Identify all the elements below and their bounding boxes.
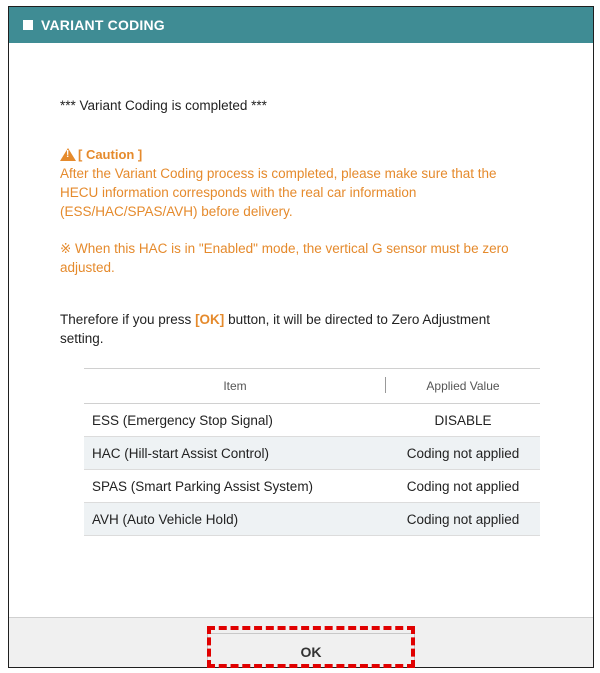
applied-values-table: Item Applied Value ESS (Emergency Stop S… [84, 368, 540, 536]
table-row: SPAS (Smart Parking Assist System) Codin… [84, 469, 540, 503]
hac-note-line: adjusted. [60, 260, 115, 275]
table-row: HAC (Hill-start Assist Control) Coding n… [84, 436, 540, 470]
completed-message: *** Variant Coding is completed *** [60, 98, 267, 113]
row-item: AVH (Auto Vehicle Hold) [84, 502, 386, 536]
caution-line: HECU information corresponds with the re… [60, 185, 417, 200]
row-value: Coding not applied [386, 436, 540, 470]
dialog-footer: OK [9, 617, 593, 667]
hac-note-line: ※ When this HAC is in "Enabled" mode, th… [60, 241, 509, 256]
row-value: Coding not applied [386, 502, 540, 536]
table-row: ESS (Emergency Stop Signal) DISABLE [84, 403, 540, 437]
variant-coding-dialog: VARIANT CODING *** Variant Coding is com… [8, 6, 594, 668]
row-item: ESS (Emergency Stop Signal) [84, 403, 386, 437]
table-row: AVH (Auto Vehicle Hold) Coding not appli… [84, 502, 540, 536]
dialog-title: VARIANT CODING [41, 17, 165, 33]
ok-button[interactable]: OK [207, 633, 415, 667]
row-value: DISABLE [386, 403, 540, 437]
row-item: SPAS (Smart Parking Assist System) [84, 469, 386, 503]
notice-prefix: Therefore if you press [60, 312, 196, 327]
row-value: Coding not applied [386, 469, 540, 503]
title-square-icon [23, 20, 33, 30]
notice-line: setting. [60, 331, 104, 346]
notice-line: Therefore if you press [OK] button, it w… [60, 310, 560, 329]
row-item: HAC (Hill-start Assist Control) [84, 436, 386, 470]
caution-label: [ Caution ] [78, 147, 143, 162]
caution-text: After the Variant Coding process is comp… [60, 164, 560, 221]
warning-icon [60, 148, 76, 161]
hac-note: ※ When this HAC is in "Enabled" mode, th… [60, 239, 560, 277]
table-header-row: Item Applied Value [84, 368, 540, 404]
column-header-applied-value: Applied Value [386, 368, 540, 404]
caution-line: (ESS/HAC/SPAS/AVH) before delivery. [60, 204, 293, 219]
caution-line: After the Variant Coding process is comp… [60, 166, 497, 181]
notice-suffix: button, it will be directed to Zero Adju… [224, 312, 490, 327]
dialog-title-bar: VARIANT CODING [9, 7, 593, 43]
caution-heading: [ Caution ] [60, 147, 142, 162]
column-header-item: Item [84, 368, 386, 404]
zero-adjustment-notice: Therefore if you press [OK] button, it w… [60, 310, 560, 348]
notice-ok-keyword: [OK] [195, 312, 225, 327]
